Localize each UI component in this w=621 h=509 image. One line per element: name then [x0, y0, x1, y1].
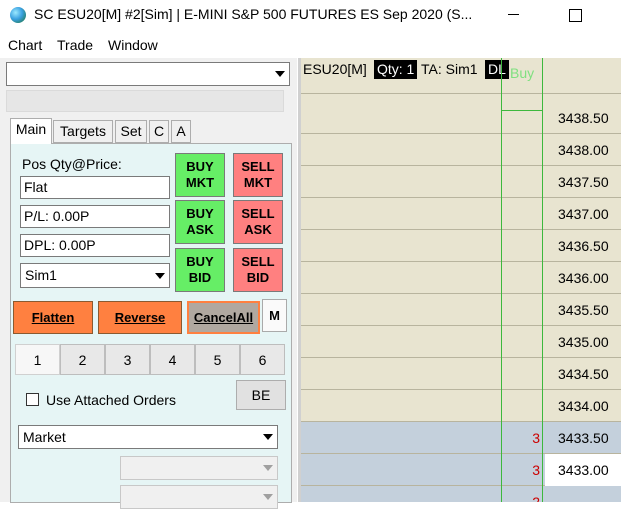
maximize-icon[interactable]: [560, 3, 590, 27]
bid-size-cell: [505, 230, 545, 262]
dom-row[interactable]: 3438.50: [301, 102, 621, 134]
price-cell: 3438.00: [558, 142, 609, 158]
dom-row[interactable]: 3436.50: [301, 230, 621, 262]
bid-size-cell: [505, 134, 545, 166]
price-cell: 3433.00: [545, 454, 621, 486]
bid-size-cell: [505, 326, 545, 358]
account-value: Sim1: [25, 267, 57, 283]
dom-row[interactable]: 3434.50: [301, 358, 621, 390]
status-bar: [6, 90, 284, 112]
bid-size-cell: [505, 262, 545, 294]
price-cell: 3438.50: [558, 110, 609, 126]
chevron-down-icon: [263, 434, 273, 440]
tab-targets[interactable]: Targets: [53, 120, 113, 143]
dom-row[interactable]: 2: [301, 486, 621, 502]
sell-ask-button[interactable]: SELL ASK: [233, 200, 283, 244]
bid-size-cell: 3: [532, 430, 540, 446]
order-type-value: Market: [23, 429, 66, 445]
price-cell: 3435.00: [558, 334, 609, 350]
reverse-button[interactable]: Reverse: [98, 301, 182, 334]
qty-preset-2[interactable]: 2: [60, 344, 105, 375]
menu-window[interactable]: Window: [108, 37, 158, 53]
trade-window-panel: Main Targets Set C A Pos Qty@Price: Flat…: [0, 58, 297, 509]
sell-bid-button[interactable]: SELL BID: [233, 248, 283, 292]
price-cell: 3436.00: [558, 270, 609, 286]
chevron-down-icon: [263, 465, 273, 471]
order-option-dropdown-1[interactable]: [120, 456, 278, 480]
buy-bid-button[interactable]: BUY BID: [175, 248, 225, 292]
dom-row[interactable]: 3436.00: [301, 262, 621, 294]
price-cell: 3434.00: [558, 398, 609, 414]
dom-row[interactable]: 3437.50: [301, 166, 621, 198]
dom-row[interactable]: 3437.00: [301, 198, 621, 230]
bid-size-cell: [505, 294, 545, 326]
minimize-icon[interactable]: [500, 3, 530, 27]
price-cell: [545, 486, 621, 502]
flatten-button[interactable]: Flatten: [13, 301, 93, 334]
chevron-down-icon: [263, 494, 273, 500]
buy-ask-button[interactable]: BUY ASK: [175, 200, 225, 244]
bid-size-cell: [505, 358, 545, 390]
dom-row[interactable]: 3435.50: [301, 294, 621, 326]
qty-preset-4[interactable]: 4: [150, 344, 195, 375]
use-attached-orders-label: Use Attached Orders: [46, 392, 176, 408]
qty-preset-1[interactable]: 1: [15, 344, 60, 375]
dom-column-divider: [542, 58, 543, 502]
pos-qty-price-label: Pos Qty@Price:: [22, 156, 122, 172]
price-cell: 3434.50: [558, 366, 609, 382]
qty-preset-5[interactable]: 5: [195, 344, 240, 375]
dom-row-marker: [501, 110, 543, 111]
menu-chart[interactable]: Chart: [8, 37, 42, 53]
position-value: Flat: [20, 176, 170, 199]
symbol-dropdown[interactable]: [6, 62, 290, 86]
pl-value: P/L: 0.00P: [20, 205, 170, 228]
account-dropdown[interactable]: Sim1: [20, 263, 170, 288]
dom-row[interactable]: 3434.00: [301, 390, 621, 422]
bid-size-cell: [505, 102, 545, 134]
bid-size-cell: [505, 198, 545, 230]
m-button[interactable]: M: [262, 299, 287, 332]
price-cell: 3437.50: [558, 174, 609, 190]
order-type-dropdown[interactable]: Market: [18, 425, 278, 449]
order-option-dropdown-2[interactable]: [120, 485, 278, 509]
tab-c[interactable]: C: [149, 120, 169, 143]
cancel-all-button[interactable]: CancelAll: [187, 301, 260, 334]
window-title: SC ESU20[M] #2[Sim] | E-MINI S&P 500 FUT…: [34, 6, 473, 22]
menu-trade[interactable]: Trade: [57, 37, 93, 53]
dom-price-partial: [545, 86, 621, 93]
tab-set[interactable]: Set: [115, 120, 147, 143]
dom-row[interactable]: 3435.00: [301, 326, 621, 358]
dpl-value: DPL: 0.00P: [20, 234, 170, 257]
dom-column-divider: [501, 58, 502, 502]
dom-row[interactable]: 3 3433.00: [301, 454, 621, 486]
bid-size-cell: [505, 166, 545, 198]
title-bar: SC ESU20[M] #2[Sim] | E-MINI S&P 500 FUT…: [0, 0, 621, 31]
qty-preset-3[interactable]: 3: [105, 344, 150, 375]
tab-a[interactable]: A: [171, 120, 191, 143]
chevron-down-icon: [275, 71, 285, 77]
bid-size-cell: 3: [532, 462, 540, 478]
bid-size-cell: [505, 390, 545, 422]
app-globe-icon: [10, 7, 26, 23]
dom-row[interactable]: 3438.00: [301, 134, 621, 166]
price-cell: 3435.50: [558, 302, 609, 318]
tab-main[interactable]: Main: [10, 118, 52, 144]
buy-mkt-button[interactable]: BUY MKT: [175, 153, 225, 197]
dom-ladder[interactable]: ESU20[M] Qty: 1 TA: Sim1 DL Buy 3438.50 3…: [298, 58, 621, 502]
bid-size-cell: 2: [532, 494, 540, 502]
dom-row-partial: [301, 58, 621, 94]
be-button[interactable]: BE: [236, 380, 286, 410]
chevron-down-icon: [155, 272, 165, 279]
dom-row[interactable]: 3 3433.50: [301, 422, 621, 454]
sell-mkt-button[interactable]: SELL MKT: [233, 153, 283, 197]
qty-preset-6[interactable]: 6: [240, 344, 285, 375]
price-cell: 3433.50: [558, 430, 609, 446]
use-attached-orders-checkbox[interactable]: [26, 393, 39, 406]
price-cell: 3437.00: [558, 206, 609, 222]
price-cell: 3436.50: [558, 238, 609, 254]
